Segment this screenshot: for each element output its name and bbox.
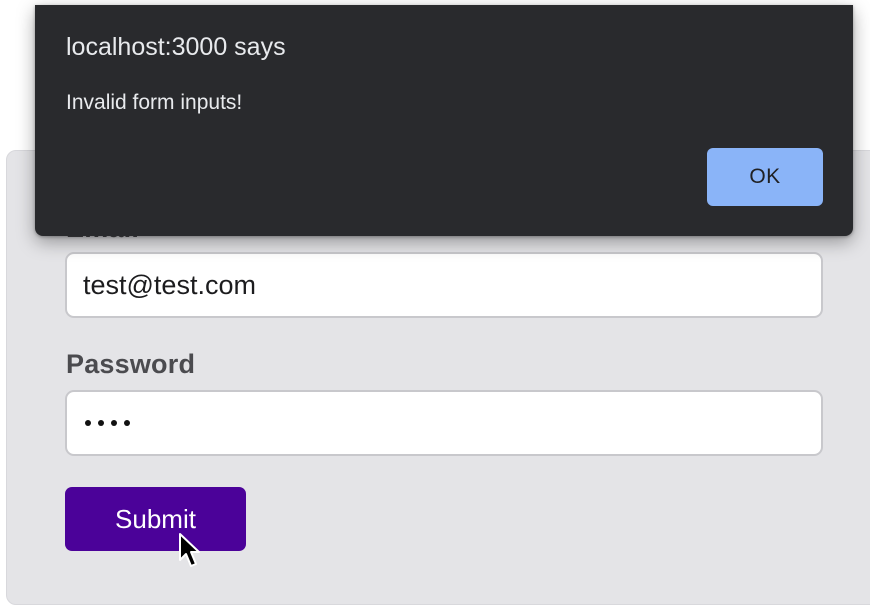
alert-title: localhost:3000 says xyxy=(66,33,286,61)
submit-button[interactable]: Submit xyxy=(65,487,246,551)
email-field[interactable]: test@test.com xyxy=(65,252,823,318)
password-dot xyxy=(98,420,104,426)
password-dot xyxy=(111,420,117,426)
page: Email test@test.com Password Submit loca… xyxy=(0,0,870,606)
email-value: test@test.com xyxy=(83,269,256,300)
password-label: Password xyxy=(66,349,196,379)
ok-button[interactable]: OK xyxy=(707,148,823,206)
password-dot xyxy=(85,420,91,426)
password-dot xyxy=(124,420,130,426)
password-mask xyxy=(83,420,130,426)
alert-message: Invalid form inputs! xyxy=(66,91,243,114)
alert-dialog: localhost:3000 says Invalid form inputs!… xyxy=(35,5,853,236)
mouse-pointer-icon xyxy=(179,533,200,567)
password-field[interactable] xyxy=(65,390,823,456)
